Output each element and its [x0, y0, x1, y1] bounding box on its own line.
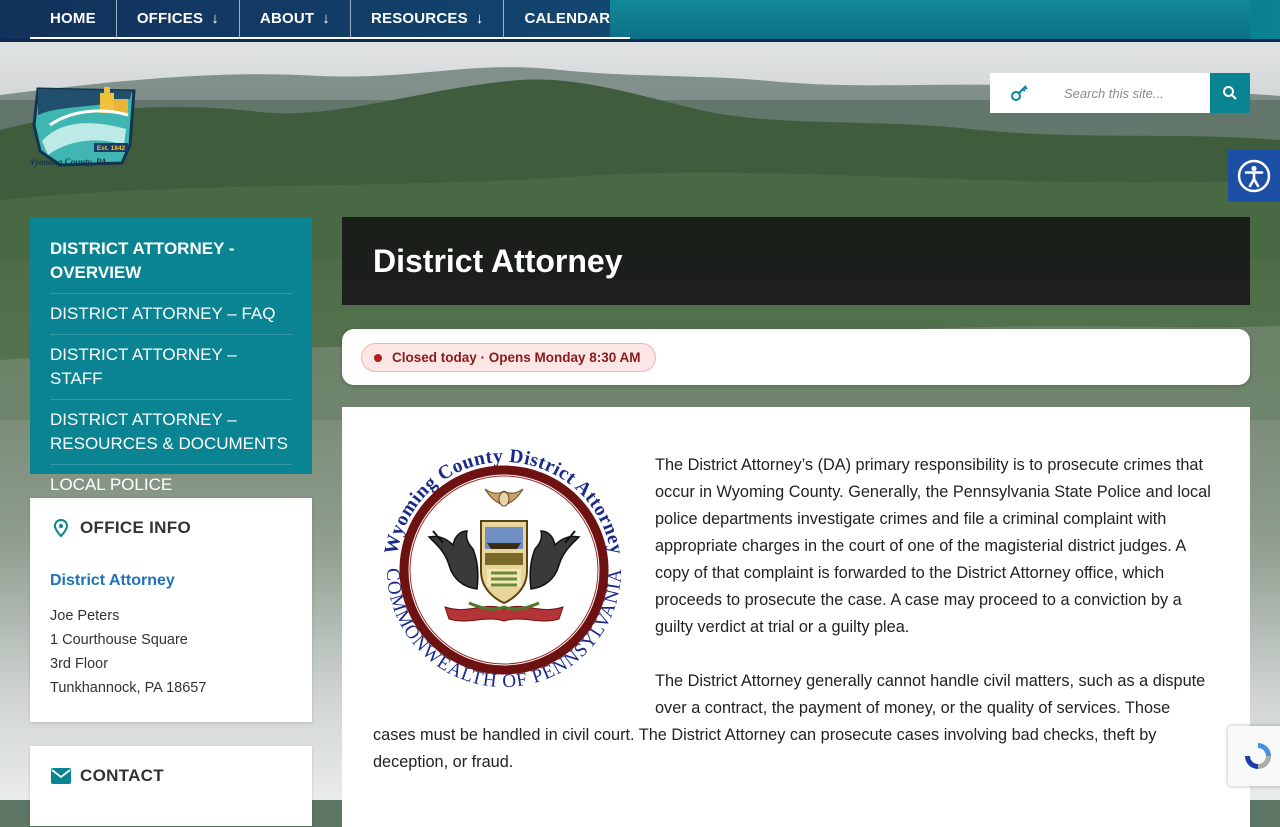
- sidebar-item-resources-documents[interactable]: DISTRICT ATTORNEY – RESOURCES & DOCUMENT…: [50, 400, 292, 465]
- nav-label: CALENDAR: [524, 10, 611, 27]
- nav-resources[interactable]: RESOURCES ↓: [350, 0, 505, 39]
- district-attorney-seal: Wyoming County District Attorney COMMONW…: [381, 446, 626, 692]
- contact-card: CONTACT: [30, 746, 312, 826]
- map-pin-icon: [50, 519, 72, 537]
- address-line: Joe Peters: [50, 608, 120, 624]
- office-name-link[interactable]: District Attorney: [50, 572, 292, 590]
- office-info-card: OFFICE INFO District Attorney Joe Peters…: [30, 498, 312, 722]
- sidebar-item-faq[interactable]: DISTRICT ATTORNEY – FAQ: [50, 294, 292, 335]
- office-address: Joe Peters 1 Courthouse Square 3rd Floor…: [50, 604, 292, 700]
- main-nav: HOME OFFICES ↓ ABOUT ↓ RESOURCES ↓ CALENDAR: [30, 0, 631, 39]
- logo-est: Est. 1842: [97, 145, 126, 152]
- contact-heading: CONTACT: [50, 766, 292, 786]
- nav-about[interactable]: ABOUT ↓: [239, 0, 351, 39]
- address-line: 3rd Floor: [50, 656, 109, 672]
- nav-offices[interactable]: OFFICES ↓: [116, 0, 240, 39]
- recaptcha-badge[interactable]: [1228, 726, 1280, 786]
- logo-text: Wyoming County, PA: [30, 157, 107, 167]
- accessibility-icon: [1237, 159, 1271, 193]
- login-key-button[interactable]: [990, 73, 1050, 113]
- arrow-down-icon: ↓: [211, 10, 219, 27]
- search-icon: [1223, 86, 1237, 100]
- nav-label: ABOUT: [259, 10, 315, 27]
- status-badge: Closed today · Opens Monday 8:30 AM: [361, 343, 656, 372]
- search-button[interactable]: [1210, 73, 1250, 113]
- arrow-down-icon: ↓: [322, 10, 330, 27]
- office-info-title: OFFICE INFO: [80, 518, 191, 537]
- nav-home[interactable]: HOME: [30, 0, 117, 39]
- envelope-icon: [50, 768, 72, 784]
- nav-accent: [610, 0, 1250, 39]
- sidebar-item-overview[interactable]: DISTRICT ATTORNEY - OVERVIEW: [50, 235, 292, 294]
- page-title: District Attorney: [373, 242, 623, 279]
- key-icon: [1011, 85, 1028, 101]
- address-line: 1 Courthouse Square: [50, 632, 188, 648]
- contact-title: CONTACT: [80, 766, 164, 785]
- sidebar-menu: DISTRICT ATTORNEY - OVERVIEW DISTRICT AT…: [30, 217, 312, 518]
- recaptcha-icon: [1245, 743, 1271, 769]
- office-info-heading: OFFICE INFO: [50, 518, 292, 538]
- status-text: Closed today · Opens Monday 8:30 AM: [392, 350, 641, 365]
- nav-label: OFFICES: [136, 10, 204, 27]
- nav-label: RESOURCES: [370, 10, 468, 27]
- address-line: Tunkhannock, PA 18657: [50, 680, 207, 696]
- search-input[interactable]: [1050, 73, 1210, 113]
- accessibility-button[interactable]: [1228, 150, 1280, 202]
- nav-label: HOME: [50, 10, 96, 27]
- office-hours-status: Closed today · Opens Monday 8:30 AM: [342, 329, 1250, 385]
- sidebar-item-staff[interactable]: DISTRICT ATTORNEY – STAFF: [50, 335, 292, 400]
- status-dot-icon: [374, 353, 382, 362]
- nav-calendar[interactable]: CALENDAR: [504, 0, 631, 39]
- page-title-banner: District Attorney: [342, 217, 1250, 305]
- top-navigation-bar: HOME OFFICES ↓ ABOUT ↓ RESOURCES ↓ CALENDAR: [0, 0, 1280, 42]
- arrow-down-icon: ↓: [475, 10, 484, 27]
- county-logo[interactable]: Est. 1842 Wyoming County, PA: [30, 85, 140, 171]
- main-content: Wyoming County District Attorney COMMONW…: [342, 407, 1250, 827]
